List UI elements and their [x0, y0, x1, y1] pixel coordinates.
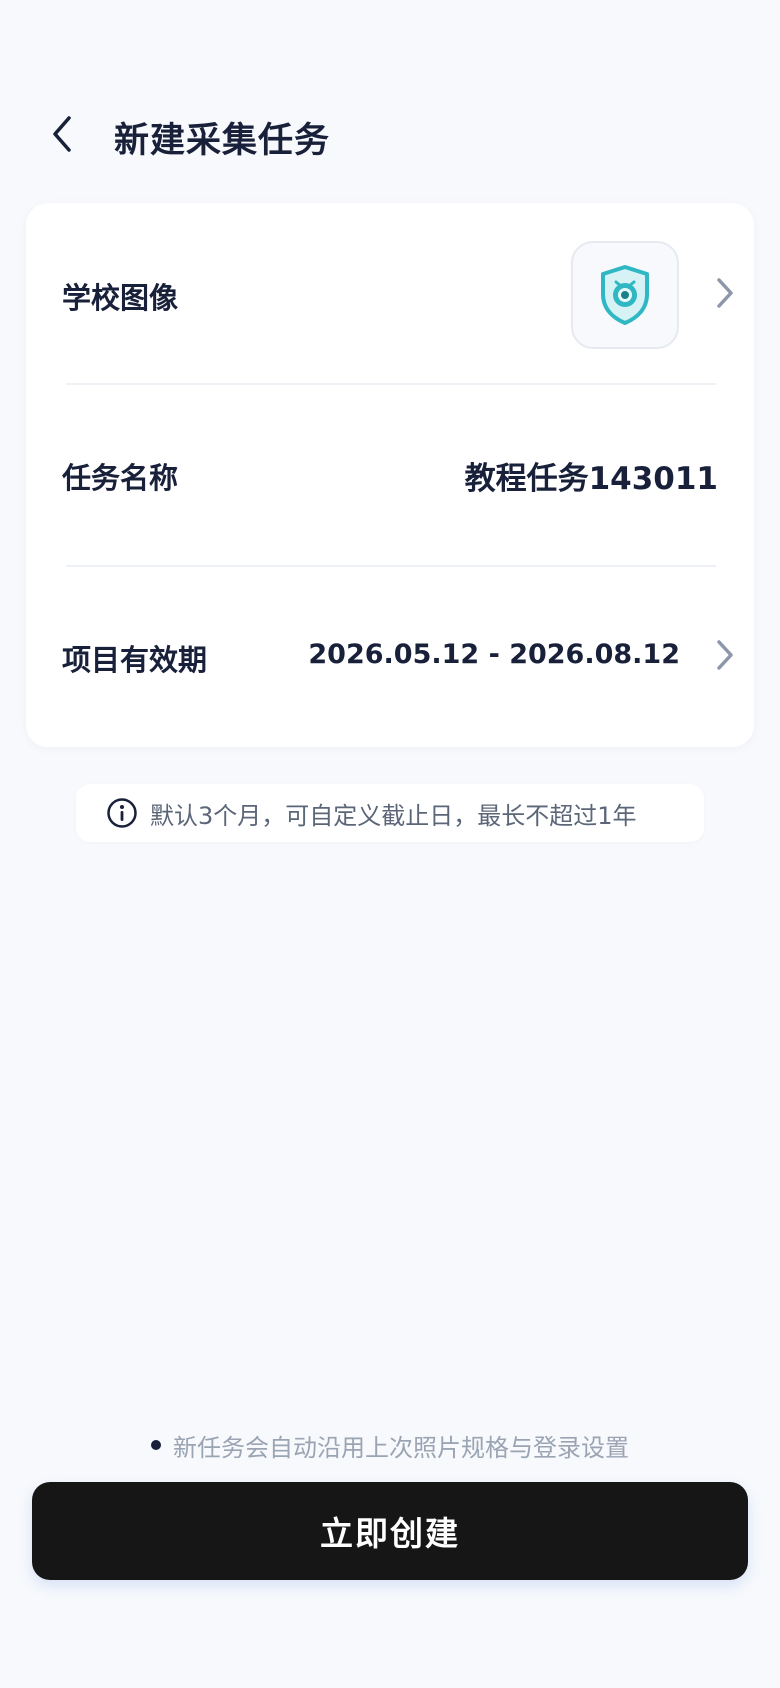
task-form-card: 学校图像 任务名称 教程任务143011 项目有效期 2026.05.12 - …: [26, 203, 754, 747]
shield-camera-logo-icon: [601, 265, 649, 325]
task-name-row[interactable]: 任务名称 教程任务143011: [26, 385, 754, 565]
school-image-label: 学校图像: [62, 281, 179, 315]
school-image-chevron: [710, 273, 740, 313]
task-name-value[interactable]: 教程任务143011: [465, 453, 718, 498]
note-text: 新任务会自动沿用上次照片规格与登录设置: [173, 1433, 629, 1462]
create-button-label: 立即创建: [320, 1514, 460, 1553]
validity-label: 项目有效期: [62, 643, 208, 677]
bullet-dot: [151, 1440, 161, 1450]
chevron-left-icon: [53, 116, 71, 152]
header: 新建采集任务: [0, 96, 780, 176]
create-button[interactable]: 立即创建: [32, 1482, 748, 1580]
back-button[interactable]: [38, 110, 86, 158]
page-title: 新建采集任务: [114, 121, 331, 161]
settings-note: 新任务会自动沿用上次照片规格与登录设置: [0, 1428, 780, 1462]
hint-text: 默认3个月，可自定义截止日，最长不超过1年: [150, 801, 637, 830]
chevron-right-icon: [717, 278, 733, 308]
validity-date-range[interactable]: 2026.05.12 - 2026.08.12: [308, 639, 680, 670]
school-logo[interactable]: [571, 241, 679, 349]
chevron-right-icon: [717, 640, 733, 670]
validity-row[interactable]: 项目有效期 2026.05.12 - 2026.08.12: [26, 567, 754, 747]
task-name-label: 任务名称: [62, 461, 179, 495]
school-image-row[interactable]: 学校图像: [26, 203, 754, 383]
validity-hint: 默认3个月，可自定义截止日，最长不超过1年: [76, 784, 704, 842]
validity-chevron: [710, 635, 740, 675]
info-icon: [107, 798, 137, 828]
